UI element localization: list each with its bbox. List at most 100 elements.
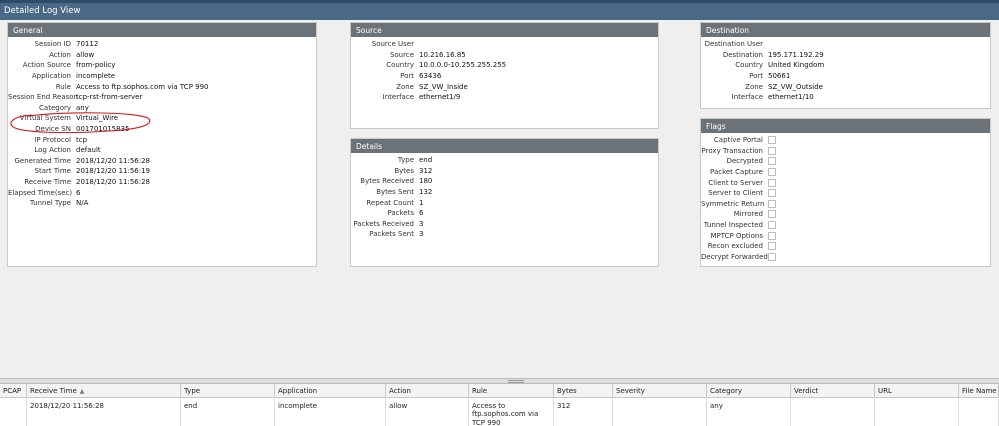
flag-checkbox[interactable]	[768, 199, 776, 208]
flag-checkbox[interactable]	[768, 136, 776, 145]
flag-checkbox[interactable]	[768, 157, 776, 166]
window-titlebar: Detailed Log View	[0, 0, 999, 20]
field-country: Country 10.0.0.0-10.255.255.255	[351, 60, 658, 71]
field-source: Source 10.216.16.85	[351, 50, 658, 61]
column-header-label: Application	[278, 387, 318, 395]
column-header-bytes[interactable]: Bytes	[554, 384, 613, 398]
table-cell-rule[interactable]: Access to ftp.sophos.com via TCP 990	[469, 399, 554, 426]
flags-rows: Captive Portal Proxy Transaction Decrypted…	[701, 133, 990, 262]
table-cell-bytes[interactable]: 312	[554, 399, 613, 426]
column-header-rule[interactable]: Rule	[469, 384, 554, 398]
table-cell-file-name[interactable]	[959, 399, 999, 426]
field-value: tcp-rst-from-server	[76, 93, 143, 102]
table-cell-action[interactable]: allow	[386, 399, 469, 426]
column-header-application[interactable]: Application	[275, 384, 386, 398]
column-header-label: Type	[184, 387, 201, 395]
column-header-action[interactable]: Action	[386, 384, 469, 398]
column-header-severity[interactable]: Severity	[613, 384, 707, 398]
field-value: 312	[419, 166, 433, 175]
field-value: ethernet1/10	[768, 93, 814, 102]
field-label: Application	[31, 72, 71, 81]
field-bytes: Bytes 312	[351, 166, 658, 177]
field-session-id: Session ID 70112	[8, 39, 316, 50]
flag-label: Decrypted	[726, 157, 763, 166]
flag-label: Captive Portal	[713, 136, 763, 145]
table-cell-verdict[interactable]	[791, 399, 875, 426]
field-label: Action	[49, 50, 71, 59]
field-virtual-system: Virtual System Virtual_Wire	[8, 113, 316, 124]
flag-checkbox[interactable]	[768, 146, 776, 155]
field-destination-user: Destination User	[701, 39, 990, 50]
field-packets-sent: Packets Sent 3	[351, 229, 658, 240]
field-label: Action Source	[22, 61, 71, 70]
column-header-label: Action	[389, 387, 411, 395]
flag-proxy-transaction: Proxy Transaction	[701, 146, 990, 157]
details-panel: Details Type end Bytes 312 Bytes Received 180…	[350, 138, 659, 267]
flag-recon-excluded: Recon excluded	[701, 241, 990, 252]
column-header-category[interactable]: Category	[707, 384, 791, 398]
column-header-verdict[interactable]: Verdict	[791, 384, 875, 398]
table-cell-receive-time[interactable]: 2018/12/20 11:56:28	[27, 399, 181, 426]
flag-label: MPTCP Options	[710, 231, 763, 240]
table-cell-severity[interactable]	[613, 399, 707, 426]
column-header-label: Category	[710, 387, 742, 395]
flag-checkbox[interactable]	[768, 189, 776, 198]
field-label: Repeat Count	[366, 198, 414, 207]
table-cell-application[interactable]: incomplete	[275, 399, 386, 426]
column-header-label: Rule	[472, 387, 488, 395]
field-log-action: Log Action default	[8, 145, 316, 156]
table-cell-url[interactable]	[875, 399, 959, 426]
field-start-time: Start Time 2018/12/20 11:56:19	[8, 166, 316, 177]
general-panel-header: General	[8, 23, 316, 37]
field-label: Packets Sent	[369, 230, 414, 239]
field-value: 2018/12/20 11:56:28	[76, 178, 151, 187]
table-cell-category[interactable]: any	[707, 399, 791, 426]
flag-checkbox[interactable]	[768, 210, 776, 219]
field-zone: Zone SZ_VW_Outside	[701, 81, 990, 92]
field-category: Category any	[8, 103, 316, 114]
sort-ascending-icon[interactable]: ▲	[80, 388, 85, 395]
flag-checkbox[interactable]	[768, 168, 776, 177]
field-value: incomplete	[76, 72, 116, 81]
field-packets-received: Packets Received 3	[351, 219, 658, 230]
field-label: Type	[397, 156, 414, 165]
source-panel-header: Source	[351, 23, 658, 37]
column-header-type[interactable]: Type	[181, 384, 275, 398]
field-destination: Destination 195.171.192.29	[701, 50, 990, 61]
field-value: 001701015835	[76, 125, 130, 134]
field-interface: Interface ethernet1/10	[701, 92, 990, 103]
field-packets: Packets 6	[351, 208, 658, 219]
column-header-label: Bytes	[557, 387, 577, 395]
flag-checkbox[interactable]	[768, 231, 776, 240]
log-table: PCAP Receive Time ▲ Type Application Action Ru…	[0, 384, 999, 426]
field-generated-time: Generated Time 2018/12/20 11:56:28	[8, 156, 316, 167]
flag-checkbox[interactable]	[768, 221, 776, 230]
flag-server-to-client: Server to Client	[701, 188, 990, 199]
field-label: Interface	[731, 93, 763, 102]
flag-label: Mirrored	[733, 210, 763, 219]
column-header-receive-time[interactable]: Receive Time ▲	[27, 384, 181, 398]
table-cell-type[interactable]: end	[181, 399, 275, 426]
field-label: Port	[749, 72, 763, 81]
column-header-url[interactable]: URL	[875, 384, 959, 398]
column-header-file-name[interactable]: File Name	[959, 384, 999, 398]
destination-panel: Destination Destination User Destination 1…	[700, 22, 991, 109]
flag-checkbox[interactable]	[768, 242, 776, 251]
field-country: Country United Kingdom	[701, 60, 990, 71]
field-value: 6	[419, 209, 424, 218]
field-label: Source	[389, 50, 414, 59]
column-header-pcap[interactable]: PCAP	[0, 384, 27, 398]
flag-label: Packet Capture	[710, 168, 763, 177]
splitter-grip-icon[interactable]	[508, 380, 524, 383]
flag-checkbox[interactable]	[768, 252, 776, 261]
field-label: Destination	[722, 50, 763, 59]
field-zone: Zone SZ_VW_Inside	[351, 81, 658, 92]
field-label: Port	[400, 72, 414, 81]
table-cell-pcap[interactable]	[0, 399, 27, 426]
field-label: Device SN	[35, 125, 71, 134]
field-tunnel-type: Tunnel Type N/A	[8, 198, 316, 209]
flag-mptcp-options: MPTCP Options	[701, 230, 990, 241]
field-label: Tunnel Type	[29, 199, 71, 208]
flag-checkbox[interactable]	[768, 178, 776, 187]
field-value: SZ_VW_Outside	[768, 82, 823, 91]
